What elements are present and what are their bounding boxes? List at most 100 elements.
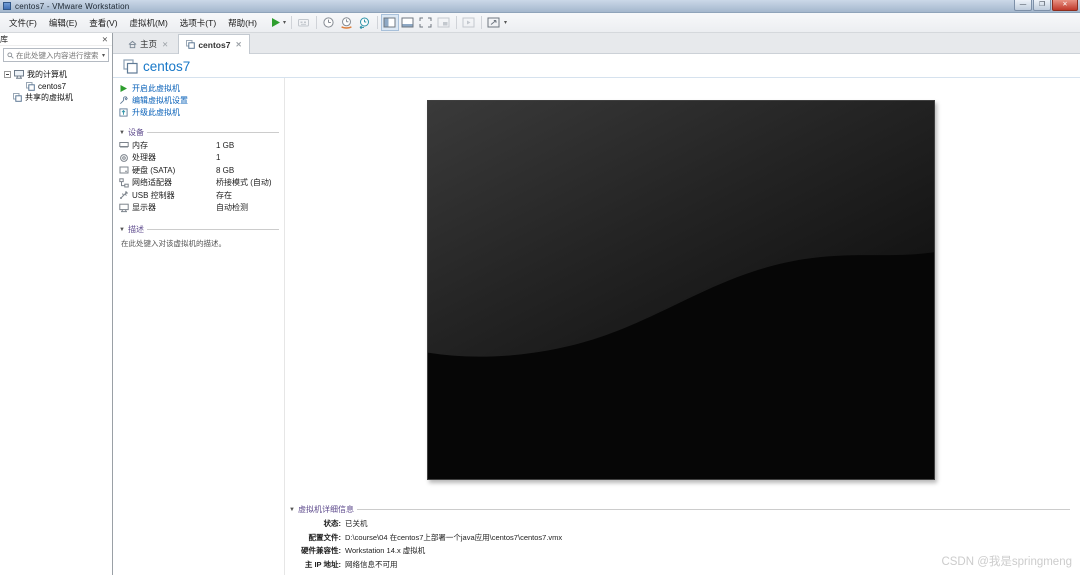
vm-screen-preview[interactable] [427, 100, 935, 480]
library-pane-icon [383, 17, 396, 28]
search-dropdown-icon[interactable]: ▾ [102, 52, 105, 59]
take-snapshot-button[interactable] [320, 14, 338, 31]
menubar: 文件(F) 编辑(E) 查看(V) 虚拟机(M) 选项卡(T) 帮助(H) ▾ [0, 13, 1080, 33]
shared-vm-icon [13, 93, 22, 103]
library-search[interactable]: ▾ [3, 48, 109, 62]
vm-title-row: centos7 [123, 57, 190, 75]
main-area: 主页 ✕ centos7 ✕ centos7 开启此虚拟机 编辑虚拟机设置 升级… [113, 33, 1080, 575]
maximize-button[interactable]: ❐ [1033, 0, 1051, 11]
library-close-icon[interactable]: ✕ [102, 35, 108, 44]
menu-edit[interactable]: 编辑(E) [43, 13, 83, 32]
expander-icon[interactable] [4, 71, 11, 79]
fullscreen-button[interactable] [417, 14, 435, 31]
thumbnail-bar-icon [401, 17, 414, 28]
power-on-vm-link[interactable]: 开启此虚拟机 [119, 82, 188, 94]
detail-label-hw-compat: 硬件兼容性: [301, 546, 341, 555]
fullscreen-icon [419, 17, 432, 28]
details-section-header[interactable]: ▼ 虚拟机详细信息 [289, 504, 1070, 515]
menu-vm[interactable]: 虚拟机(M) [124, 13, 174, 32]
menu-tabs[interactable]: 选项卡(T) [174, 13, 222, 32]
revert-clock-icon [341, 17, 353, 29]
vm-title: centos7 [143, 58, 191, 74]
tab-close-icon[interactable]: ✕ [162, 40, 168, 49]
library-header: 库 ✕ [0, 33, 112, 46]
power-on-button[interactable]: ▾ [269, 16, 286, 29]
window-title: centos7 - VMware Workstation [15, 1, 130, 11]
show-thumbnail-bar-button[interactable] [399, 14, 417, 31]
tree-item-shared-vms[interactable]: 共享的虚拟机 [0, 92, 112, 104]
manage-snapshots-button[interactable] [356, 14, 374, 31]
device-row-memory[interactable]: 内存 1 GB [119, 139, 283, 152]
device-row-network-adapter[interactable]: 网络适配器 桥接模式 (自动) [119, 177, 283, 190]
edit-vm-settings-link[interactable]: 编辑虚拟机设置 [119, 94, 188, 106]
stretch-icon [487, 17, 500, 28]
tree-item-label: centos7 [38, 81, 67, 91]
unity-mode-button[interactable] [435, 14, 453, 31]
usb-icon [119, 190, 132, 200]
collapse-arrow-icon[interactable]: ▼ [119, 227, 125, 233]
vm-icon [186, 40, 196, 49]
memory-icon [119, 140, 132, 150]
tab-close-icon[interactable]: ✕ [235, 40, 241, 49]
device-row-hard-disk[interactable]: 硬盘 (SATA) 8 GB [119, 164, 283, 177]
devices-section-header[interactable]: ▼ 设备 [119, 127, 279, 138]
window-controls: — ❐ ✕ [1013, 0, 1078, 11]
device-row-display[interactable]: 显示器 自动检测 [119, 202, 283, 215]
menu-file[interactable]: 文件(F) [3, 13, 43, 32]
menu-help[interactable]: 帮助(H) [222, 13, 263, 32]
hard-disk-icon [119, 165, 132, 175]
stretch-guest-button[interactable] [485, 14, 503, 31]
tab-centos7[interactable]: centos7 ✕ [178, 34, 250, 54]
vm-summary-page: centos7 开启此虚拟机 编辑虚拟机设置 升级此虚拟机 ▼ 设备 内存 1 … [113, 54, 1080, 575]
unity-icon [437, 17, 450, 28]
vm-icon [123, 58, 138, 74]
detail-label-state: 状态: [323, 519, 342, 528]
vm-screen-image [428, 101, 934, 479]
description-placeholder[interactable]: 在此处键入对该虚拟机的描述。 [121, 238, 279, 249]
display-icon [119, 203, 132, 213]
vmware-window: centos7 - VMware Workstation — ❐ ✕ 文件(F)… [0, 0, 1080, 575]
snapshot-manager-icon [360, 17, 370, 29]
library-sidebar: 库 ✕ ▾ 我的计算机 [0, 33, 113, 575]
vm-commands: 开启此虚拟机 编辑虚拟机设置 升级此虚拟机 [119, 82, 188, 118]
wrench-icon [119, 95, 128, 105]
library-tree: 我的计算机 centos7 共享的虚拟机 [0, 65, 112, 104]
network-icon [119, 178, 132, 188]
tree-item-centos7[interactable]: centos7 [0, 81, 112, 93]
home-icon [128, 40, 137, 49]
power-dropdown-icon[interactable]: ▾ [283, 19, 286, 26]
computer-icon [14, 70, 24, 79]
collapse-arrow-icon[interactable]: ▼ [119, 130, 125, 136]
title-divider [113, 77, 1080, 78]
tab-bar: 主页 ✕ centos7 ✕ [113, 33, 1080, 54]
show-library-button[interactable] [380, 14, 399, 31]
detail-label-config-file: 配置文件: [308, 532, 342, 542]
snapshot-clock-icon [323, 17, 335, 28]
tree-item-my-computer[interactable]: 我的计算机 [0, 69, 112, 81]
upgrade-icon [119, 107, 128, 117]
description-section-header[interactable]: ▼ 描述 [119, 224, 279, 235]
minimize-button[interactable]: — [1014, 0, 1032, 11]
vm-icon [26, 81, 35, 91]
detail-label-primary-ip: 主 IP 地址: [304, 559, 341, 569]
device-row-usb-controller[interactable]: USB 控制器 存在 [119, 189, 283, 202]
device-row-processors[interactable]: 处理器 1 [119, 152, 283, 165]
csdn-watermark: CSDN @我是springmeng [941, 556, 1072, 568]
revert-snapshot-button[interactable] [338, 14, 356, 31]
close-button[interactable]: ✕ [1052, 0, 1078, 11]
cpu-icon [119, 153, 132, 163]
upgrade-vm-link[interactable]: 升级此虚拟机 [119, 106, 188, 118]
console-view-button[interactable] [460, 14, 478, 31]
titlebar: centos7 - VMware Workstation — ❐ ✕ [0, 0, 1080, 13]
play-icon [269, 16, 282, 29]
stretch-dropdown-icon[interactable]: ▾ [504, 19, 507, 26]
tree-item-label: 我的计算机 [27, 70, 67, 80]
collapse-arrow-icon[interactable]: ▼ [289, 507, 295, 513]
app-icon [3, 2, 11, 10]
send-ctrl-alt-del-button[interactable] [295, 14, 313, 31]
search-input[interactable] [16, 50, 100, 60]
window-body: 库 ✕ ▾ 我的计算机 [0, 33, 1080, 575]
tab-home[interactable]: 主页 ✕ [120, 34, 176, 53]
menu-view[interactable]: 查看(V) [83, 13, 123, 32]
console-icon [462, 17, 475, 28]
